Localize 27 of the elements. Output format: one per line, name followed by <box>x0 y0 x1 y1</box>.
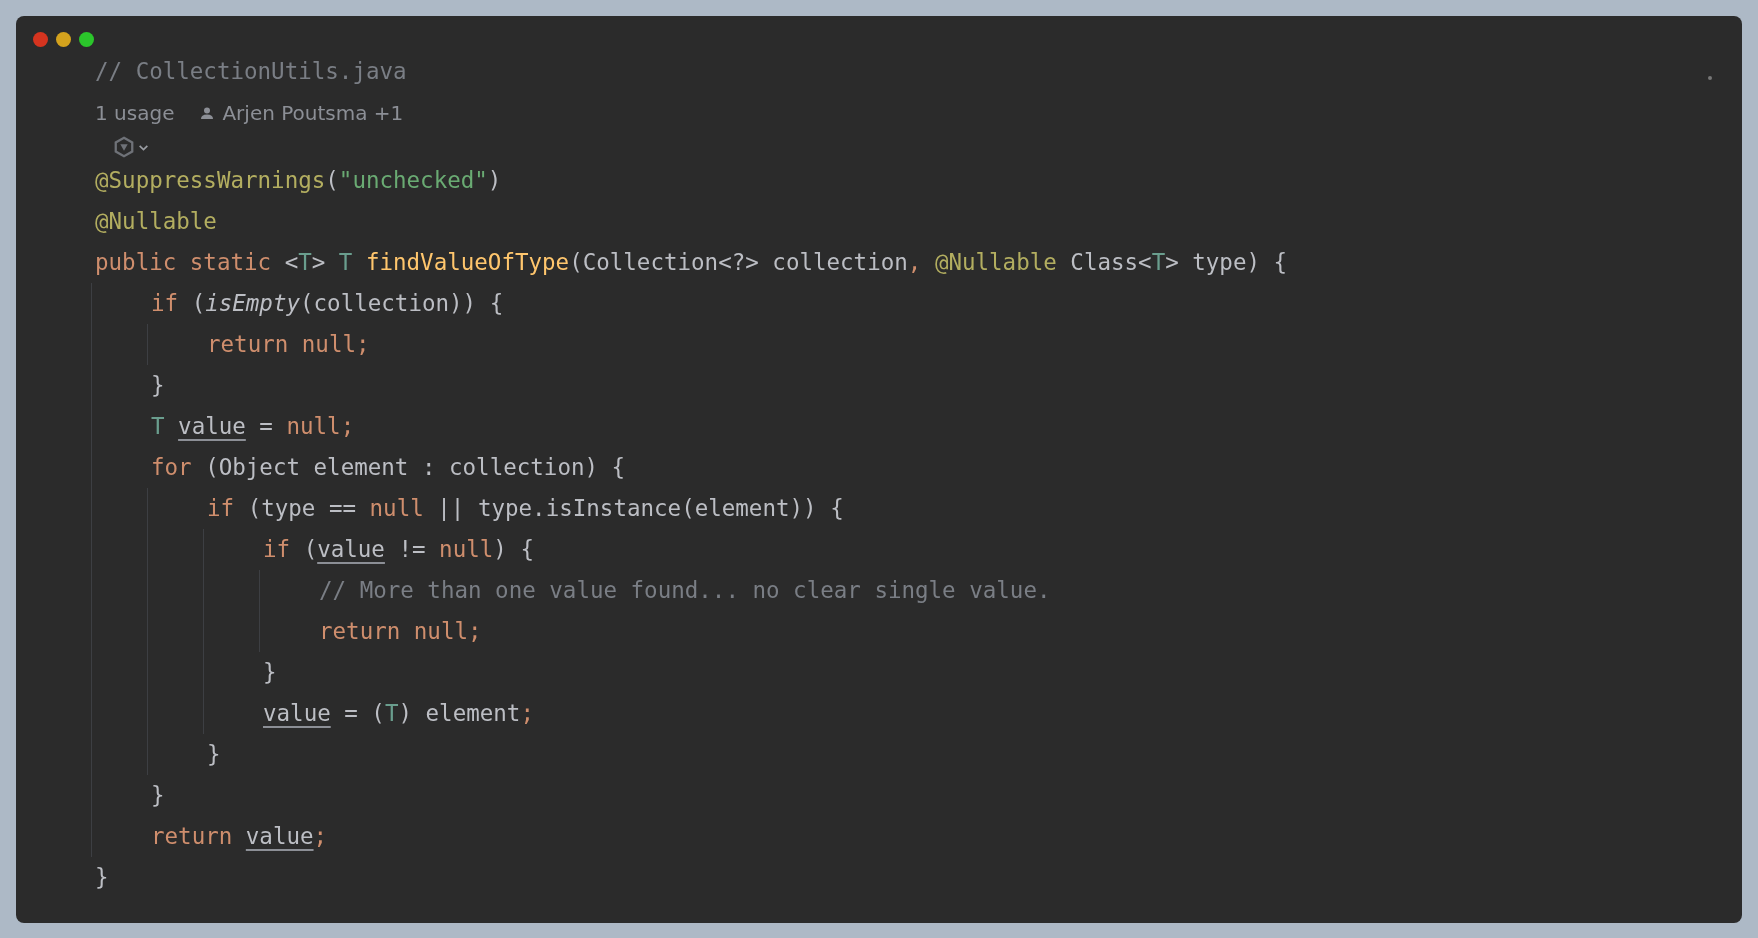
code-line: } <box>151 371 165 400</box>
code-line: if (type == null || type.isInstance(element)) { <box>207 494 844 523</box>
code-line: return null; <box>319 617 482 646</box>
code-line: return null; <box>207 330 370 359</box>
code-line: public static <T> T findValueOfType(Collection<?> collection, @Nullable Class<T> type) { <box>95 248 1288 277</box>
hexagon-icon[interactable] <box>113 136 135 158</box>
code-line: T value = null; <box>151 412 355 441</box>
status-dot-icon <box>1708 76 1712 80</box>
window-control[interactable] <box>56 32 71 47</box>
window-control[interactable] <box>79 32 94 47</box>
code-line: } <box>263 658 277 687</box>
code-line: if (isEmpty(collection)) { <box>151 289 504 318</box>
code-comment: // CollectionUtils.java <box>95 57 407 86</box>
code-line: } <box>207 740 221 769</box>
code-line: } <box>151 781 165 810</box>
code-line: return value; <box>151 822 328 851</box>
person-icon <box>200 106 215 120</box>
author-hint[interactable]: Arjen Poutsma +1 <box>222 101 404 125</box>
code-line: @Nullable <box>95 207 217 236</box>
code-line: value = (T) element; <box>263 699 534 728</box>
code-line: @SuppressWarnings("unchecked") <box>95 166 502 195</box>
code-line: } <box>95 863 109 892</box>
window-control[interactable] <box>33 32 48 47</box>
code-line: // More than one value found... no clear single value. <box>319 576 1051 605</box>
usages-hint[interactable]: 1 usage <box>95 101 175 125</box>
code-line: if (value != null) { <box>263 535 534 564</box>
code-line: for (Object element : collection) { <box>151 453 626 482</box>
